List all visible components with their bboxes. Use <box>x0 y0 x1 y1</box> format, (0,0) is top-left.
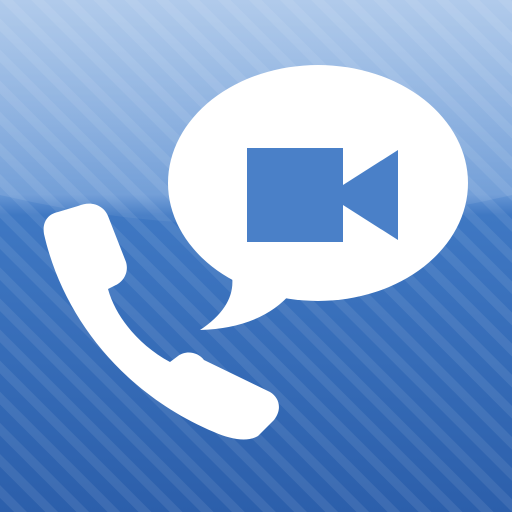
app-icon-artwork <box>0 0 512 512</box>
video-call-app-icon[interactable] <box>0 0 512 512</box>
